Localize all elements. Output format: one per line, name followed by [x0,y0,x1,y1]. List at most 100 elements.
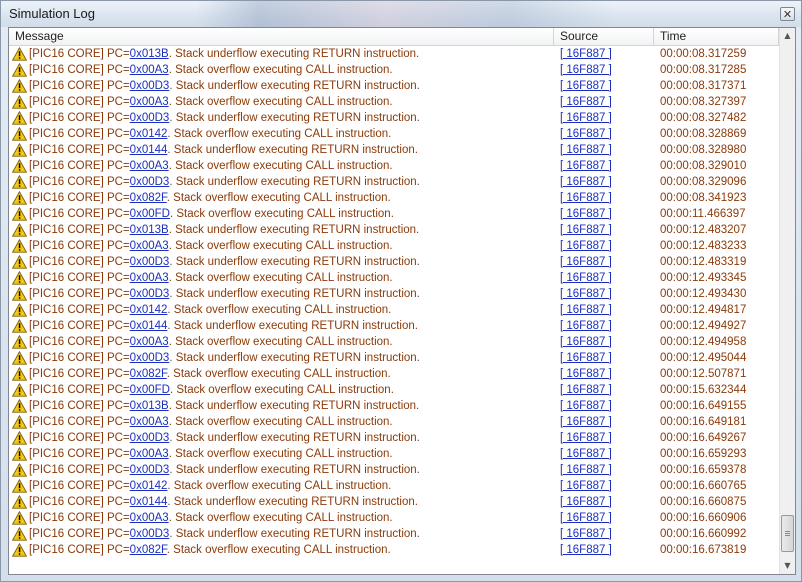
scroll-down-button[interactable]: ▼ [780,558,795,574]
pc-address-link[interactable]: 0x00A3 [130,512,169,524]
source-link[interactable]: [ 16F887 ] [560,510,612,526]
pc-address-link[interactable]: 0x0144 [130,144,168,156]
pc-address-link[interactable]: 0x082F [130,368,167,380]
source-link[interactable]: [ 16F887 ] [560,494,612,510]
pc-address-link[interactable]: 0x0142 [130,480,168,492]
pc-address-link[interactable]: 0x00A3 [130,240,169,252]
source-link[interactable]: [ 16F887 ] [560,286,612,302]
pc-address-link[interactable]: 0x0144 [130,496,168,508]
pc-address-link[interactable]: 0x00D3 [130,256,170,268]
source-link[interactable]: [ 16F887 ] [560,542,612,558]
pc-address-link[interactable]: 0x00A3 [130,160,169,172]
source-link[interactable]: [ 16F887 ] [560,158,612,174]
source-link[interactable]: [ 16F887 ] [560,526,612,542]
pc-address-link[interactable]: 0x00D3 [130,352,170,364]
source-link[interactable]: [ 16F887 ] [560,62,612,78]
log-row[interactable]: [PIC16 CORE] PC=0x0144. Stack underflow … [9,494,779,510]
pc-address-link[interactable]: 0x013B [130,48,169,60]
log-row[interactable]: [PIC16 CORE] PC=0x00A3. Stack overflow e… [9,94,779,110]
source-link[interactable]: [ 16F887 ] [560,366,612,382]
close-button[interactable]: ✕ [780,7,795,21]
log-row[interactable]: [PIC16 CORE] PC=0x0144. Stack underflow … [9,142,779,158]
log-row[interactable]: [PIC16 CORE] PC=0x00A3. Stack overflow e… [9,334,779,350]
pc-address-link[interactable]: 0x082F [130,544,167,556]
source-link[interactable]: [ 16F887 ] [560,462,612,478]
log-row[interactable]: [PIC16 CORE] PC=0x082F. Stack overflow e… [9,190,779,206]
log-row[interactable]: [PIC16 CORE] PC=0x00A3. Stack overflow e… [9,510,779,526]
pc-address-link[interactable]: 0x00A3 [130,448,169,460]
source-link[interactable]: [ 16F887 ] [560,382,612,398]
log-row[interactable]: [PIC16 CORE] PC=0x00D3. Stack underflow … [9,350,779,366]
log-row[interactable]: [PIC16 CORE] PC=0x0142. Stack overflow e… [9,478,779,494]
log-row[interactable]: [PIC16 CORE] PC=0x082F. Stack overflow e… [9,542,779,558]
pc-address-link[interactable]: 0x0144 [130,320,168,332]
pc-address-link[interactable]: 0x00FD [130,208,170,220]
log-row[interactable]: [PIC16 CORE] PC=0x0142. Stack overflow e… [9,126,779,142]
source-link[interactable]: [ 16F887 ] [560,78,612,94]
pc-address-link[interactable]: 0x0142 [130,304,168,316]
pc-address-link[interactable]: 0x00FD [130,384,170,396]
pc-address-link[interactable]: 0x00A3 [130,336,169,348]
column-header-time[interactable]: Time [654,28,779,45]
source-link[interactable]: [ 16F887 ] [560,430,612,446]
log-row[interactable]: [PIC16 CORE] PC=0x00D3. Stack underflow … [9,526,779,542]
pc-address-link[interactable]: 0x00D3 [130,176,170,188]
source-link[interactable]: [ 16F887 ] [560,142,612,158]
log-row[interactable]: [PIC16 CORE] PC=0x00D3. Stack underflow … [9,78,779,94]
scroll-up-button[interactable]: ▲ [780,28,795,44]
log-row[interactable]: [PIC16 CORE] PC=0x013B. Stack underflow … [9,222,779,238]
source-link[interactable]: [ 16F887 ] [560,222,612,238]
log-row[interactable]: [PIC16 CORE] PC=0x00D3. Stack underflow … [9,254,779,270]
log-row[interactable]: [PIC16 CORE] PC=0x00A3. Stack overflow e… [9,414,779,430]
log-row[interactable]: [PIC16 CORE] PC=0x082F. Stack overflow e… [9,366,779,382]
vertical-scrollbar[interactable]: ▲ ▼ [779,28,795,574]
title-bar[interactable]: Simulation Log ✕ [1,1,801,27]
log-row[interactable]: [PIC16 CORE] PC=0x0142. Stack overflow e… [9,302,779,318]
column-header-message[interactable]: Message [9,28,554,45]
column-header-source[interactable]: Source [554,28,654,45]
log-row[interactable]: [PIC16 CORE] PC=0x00D3. Stack underflow … [9,430,779,446]
log-row[interactable]: [PIC16 CORE] PC=0x00D3. Stack underflow … [9,286,779,302]
source-link[interactable]: [ 16F887 ] [560,302,612,318]
source-link[interactable]: [ 16F887 ] [560,334,612,350]
log-row[interactable]: [PIC16 CORE] PC=0x00D3. Stack underflow … [9,462,779,478]
source-link[interactable]: [ 16F887 ] [560,174,612,190]
log-row[interactable]: [PIC16 CORE] PC=0x00A3. Stack overflow e… [9,158,779,174]
pc-address-link[interactable]: 0x00D3 [130,528,170,540]
source-link[interactable]: [ 16F887 ] [560,350,612,366]
pc-address-link[interactable]: 0x00D3 [130,432,170,444]
source-link[interactable]: [ 16F887 ] [560,110,612,126]
source-link[interactable]: [ 16F887 ] [560,254,612,270]
log-row[interactable]: [PIC16 CORE] PC=0x00FD. Stack overflow e… [9,382,779,398]
pc-address-link[interactable]: 0x00A3 [130,272,169,284]
pc-address-link[interactable]: 0x082F [130,192,167,204]
source-link[interactable]: [ 16F887 ] [560,190,612,206]
log-row[interactable]: [PIC16 CORE] PC=0x00A3. Stack overflow e… [9,446,779,462]
log-row[interactable]: [PIC16 CORE] PC=0x00A3. Stack overflow e… [9,270,779,286]
pc-address-link[interactable]: 0x00D3 [130,112,170,124]
log-row[interactable]: [PIC16 CORE] PC=0x00A3. Stack overflow e… [9,62,779,78]
pc-address-link[interactable]: 0x013B [130,224,169,236]
source-link[interactable]: [ 16F887 ] [560,446,612,462]
scroll-thumb[interactable] [781,515,794,552]
pc-address-link[interactable]: 0x00A3 [130,416,169,428]
source-link[interactable]: [ 16F887 ] [560,478,612,494]
log-row[interactable]: [PIC16 CORE] PC=0x00A3. Stack overflow e… [9,238,779,254]
source-link[interactable]: [ 16F887 ] [560,206,612,222]
log-row[interactable]: [PIC16 CORE] PC=0x013B. Stack underflow … [9,398,779,414]
pc-address-link[interactable]: 0x00D3 [130,288,170,300]
pc-address-link[interactable]: 0x0142 [130,128,168,140]
source-link[interactable]: [ 16F887 ] [560,46,612,62]
log-row[interactable]: [PIC16 CORE] PC=0x00FD. Stack overflow e… [9,206,779,222]
source-link[interactable]: [ 16F887 ] [560,270,612,286]
source-link[interactable]: [ 16F887 ] [560,238,612,254]
pc-address-link[interactable]: 0x00D3 [130,464,170,476]
pc-address-link[interactable]: 0x00A3 [130,96,169,108]
log-row[interactable]: [PIC16 CORE] PC=0x00D3. Stack underflow … [9,174,779,190]
source-link[interactable]: [ 16F887 ] [560,126,612,142]
source-link[interactable]: [ 16F887 ] [560,94,612,110]
log-row[interactable]: [PIC16 CORE] PC=0x0144. Stack underflow … [9,318,779,334]
log-row[interactable]: [PIC16 CORE] PC=0x013B. Stack underflow … [9,46,779,62]
pc-address-link[interactable]: 0x00A3 [130,64,169,76]
log-row[interactable]: [PIC16 CORE] PC=0x00D3. Stack underflow … [9,110,779,126]
